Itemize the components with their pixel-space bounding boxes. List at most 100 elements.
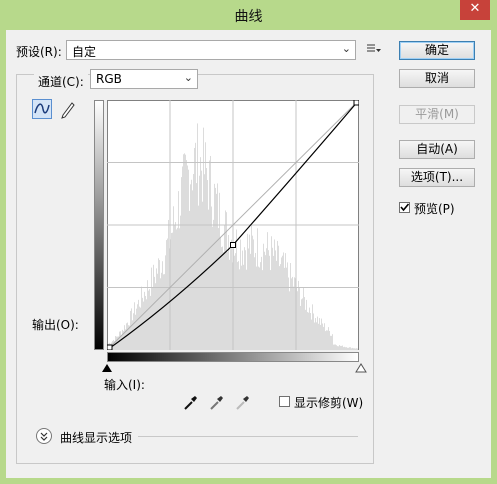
histogram-bin [205, 142, 206, 350]
histogram-bin [321, 318, 322, 350]
histogram-bin [193, 174, 194, 350]
histogram-bin [140, 307, 141, 350]
histogram-bin [289, 291, 290, 350]
histogram-bin [176, 229, 177, 350]
histogram-bin [268, 250, 269, 350]
curve-graph[interactable] [107, 100, 359, 350]
histogram-bin [345, 347, 346, 350]
histogram-bin [138, 299, 139, 350]
histogram-bin [146, 299, 147, 350]
channel-value: RGB [96, 72, 122, 86]
histogram-bin [196, 183, 197, 350]
histogram-bin [347, 347, 348, 350]
histogram-bin [278, 245, 279, 350]
histogram-bin [288, 277, 289, 350]
histogram-bin [206, 167, 207, 350]
close-button[interactable]: ✕ [460, 0, 490, 20]
histogram-bin [264, 251, 265, 350]
histogram-bin [273, 255, 274, 350]
histogram-bin [152, 287, 153, 350]
ok-button[interactable]: 确定 [399, 41, 475, 60]
histogram-bin [239, 269, 240, 350]
preview-checkbox[interactable] [399, 202, 410, 213]
histogram-bin [182, 166, 183, 350]
histogram-bin [335, 344, 336, 350]
histogram-bin [199, 175, 200, 350]
histogram-bin [191, 179, 192, 350]
show-clipping-checkbox[interactable] [279, 396, 290, 407]
histogram-bin [252, 235, 253, 350]
histogram-bin [262, 270, 263, 350]
smooth-button[interactable]: 平滑(M) [399, 105, 475, 124]
histogram-bin [294, 277, 295, 350]
histogram-bin [307, 312, 308, 350]
preview-label: 预览(P) [414, 202, 455, 216]
histogram-bin [287, 262, 288, 350]
white-eyedropper-icon[interactable] [234, 393, 252, 411]
expand-chevron-icon[interactable] [36, 428, 52, 444]
black-point-slider[interactable] [102, 364, 112, 372]
histogram-bin [312, 304, 313, 350]
histogram-bin [249, 234, 250, 350]
histogram-bin [283, 252, 284, 350]
histogram-bin [165, 255, 166, 350]
histogram-bin [183, 154, 184, 350]
output-label: 输出(O): [32, 318, 79, 332]
histogram-bin [341, 345, 342, 350]
preset-select[interactable]: 自定 ⌄ [66, 40, 356, 60]
histogram-bin [320, 324, 321, 350]
histogram-bin [184, 153, 185, 350]
histogram-bin [129, 325, 130, 350]
histogram-bin [134, 302, 135, 350]
histogram-bin [155, 283, 156, 350]
histogram-bin [181, 177, 182, 350]
histogram-bin [337, 346, 338, 350]
histogram-bin [279, 266, 280, 350]
auto-button[interactable]: 自动(A) [399, 140, 475, 159]
chevron-down-icon: ⌄ [341, 42, 351, 55]
histogram-bin [222, 246, 223, 350]
histogram-bin [208, 209, 209, 350]
output-gradient-bar [94, 100, 104, 350]
histogram-bin [173, 206, 174, 350]
preset-menu-icon[interactable] [366, 41, 382, 57]
histogram-bin [276, 260, 277, 350]
histogram-bin [338, 346, 339, 350]
histogram-bin [219, 192, 220, 350]
histogram-bin [248, 248, 249, 350]
curve-control-point[interactable] [107, 344, 113, 350]
histogram-bin [144, 291, 145, 350]
histogram-bin [149, 289, 150, 350]
histogram-bin [227, 252, 228, 350]
histogram-bin [306, 299, 307, 350]
histogram-bin [238, 261, 239, 350]
options-separator [138, 436, 358, 437]
histogram-bin [327, 330, 328, 350]
histogram-bin [271, 236, 272, 350]
pencil-tool-icon[interactable] [58, 99, 78, 119]
curve-control-point[interactable] [230, 242, 236, 248]
options-button[interactable]: 选项(T)... [399, 168, 475, 187]
histogram-bin [270, 270, 271, 350]
histogram-bin [171, 232, 172, 350]
black-eyedropper-icon[interactable] [182, 393, 200, 411]
gray-eyedropper-icon[interactable] [208, 393, 226, 411]
histogram-bin [274, 239, 275, 350]
histogram-bin [133, 313, 134, 350]
curve-control-point[interactable] [353, 100, 359, 106]
histogram-bin [322, 323, 323, 350]
histogram-bin [316, 322, 317, 350]
histogram-bin [309, 307, 310, 350]
histogram-bin [207, 180, 208, 350]
cancel-button[interactable]: 取消 [399, 69, 475, 88]
histogram-bin [339, 345, 340, 350]
histogram-bin [172, 232, 173, 350]
histogram-bin [257, 228, 258, 350]
histogram-bin [290, 262, 291, 350]
histogram-bin [147, 280, 148, 350]
histogram-bin [151, 267, 152, 350]
histogram-bin [153, 264, 154, 350]
channel-select[interactable]: RGB ⌄ [90, 69, 198, 89]
histogram-bin [340, 345, 341, 350]
curve-edit-tool-icon[interactable] [32, 99, 52, 119]
